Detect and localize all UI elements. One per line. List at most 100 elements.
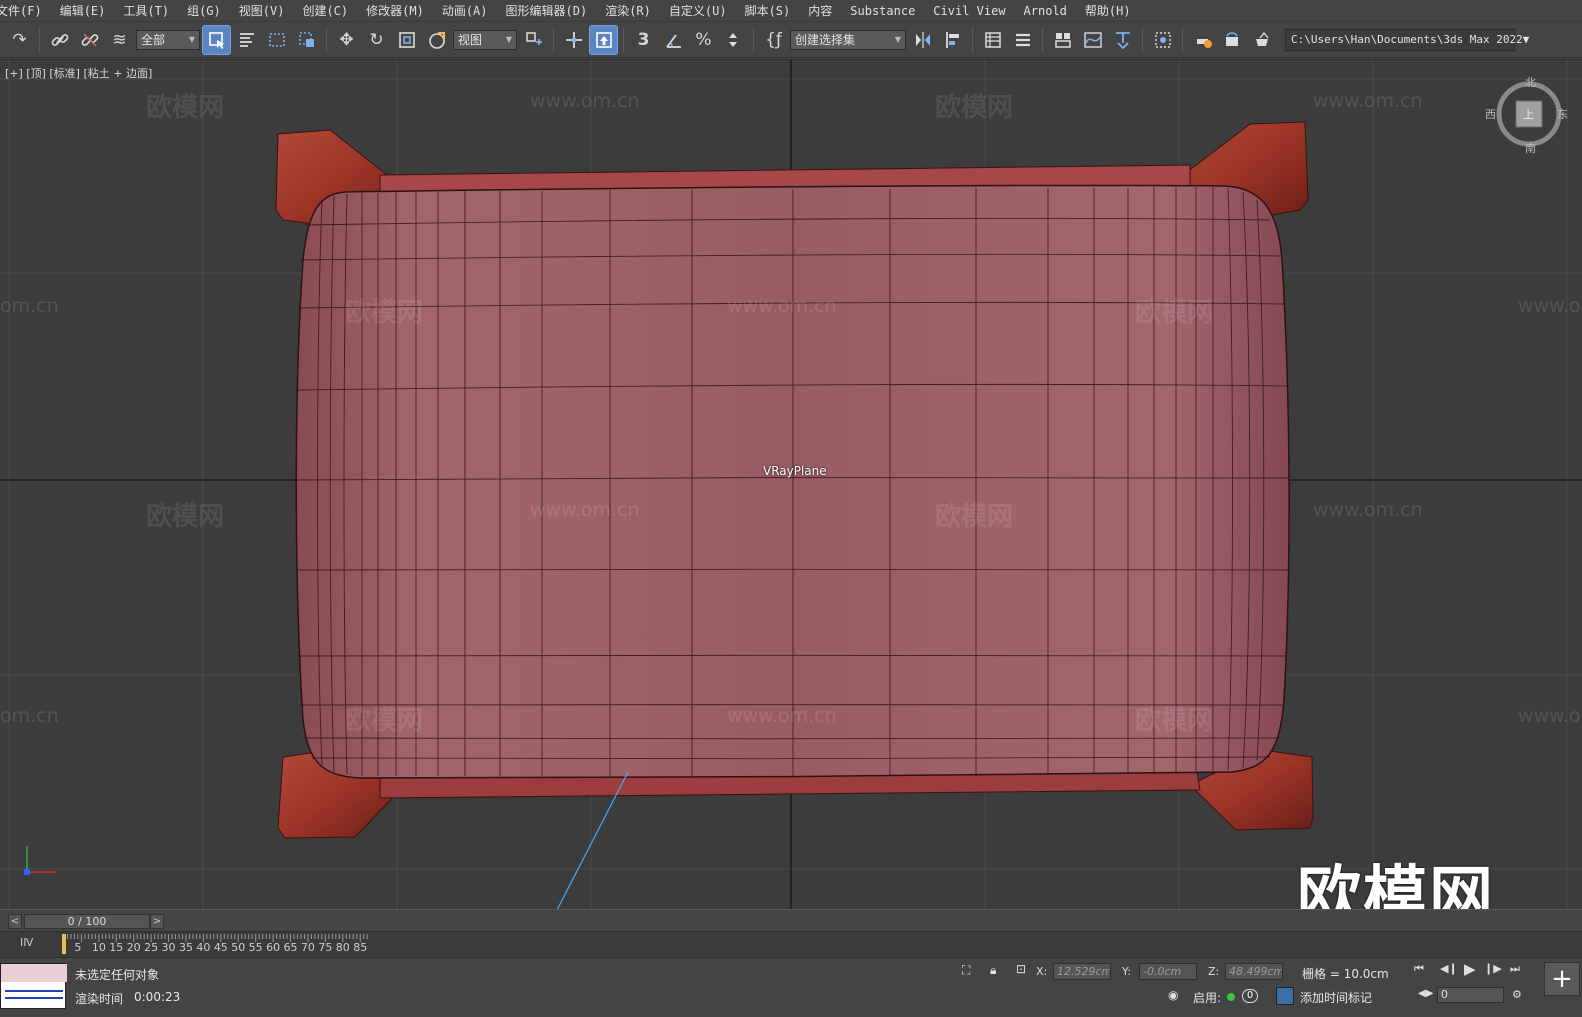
create-button[interactable]: +	[1544, 962, 1580, 996]
maxscript-listener-mini[interactable]	[0, 963, 67, 1009]
redo-icon[interactable]: ↷	[6, 26, 33, 54]
edit-named-selection-icon[interactable]: {ƒ	[760, 26, 787, 54]
toolbar-separator	[1142, 26, 1143, 53]
listener-line	[5, 990, 63, 992]
menu-item[interactable]: 图形编辑器(D)	[497, 0, 597, 21]
menu-item[interactable]: 视图(V)	[230, 0, 294, 21]
render-setup-icon[interactable]	[1189, 26, 1216, 54]
menu-item[interactable]: 内容	[799, 0, 841, 21]
rendered-frame-window-icon[interactable]	[1219, 26, 1246, 54]
mirror-icon[interactable]	[909, 26, 936, 54]
next-frame-button[interactable]: >	[150, 914, 164, 929]
menu-item[interactable]: 组(G)	[178, 0, 230, 21]
enable-counter[interactable]: 0	[1242, 989, 1258, 1003]
go-to-end-icon[interactable]: ⏭	[1510, 962, 1520, 976]
menu-item[interactable]: 工具(T)	[114, 0, 178, 21]
material-editor-icon[interactable]	[1149, 26, 1176, 54]
track-tick-label: 45	[213, 941, 228, 954]
current-frame-field[interactable]: 0	[1437, 987, 1504, 1003]
spinner-snap-icon[interactable]	[720, 26, 747, 54]
select-manipulate-icon[interactable]	[560, 26, 587, 54]
go-to-start-icon[interactable]: ⏮	[1414, 962, 1424, 976]
previous-frame-button[interactable]: <	[8, 914, 22, 929]
y-coordinate-field[interactable]: -0.0cm	[1139, 963, 1197, 980]
adaptive-degradation-icon[interactable]: ◉	[1168, 988, 1178, 1002]
schematic-view-icon[interactable]	[1109, 26, 1136, 54]
time-config-arrows-icon[interactable]: ◀▶	[1418, 988, 1433, 999]
top-viewport[interactable]: 欧模网 www.om.cn 欧模网 www.om.cn om.cn 欧模网 ww…	[0, 59, 1582, 909]
viewport-label-menu[interactable]: [+] [顶] [标准] [粘土 + 边面]	[5, 65, 152, 81]
scene-explorer-icon[interactable]	[979, 26, 1006, 54]
pivot-center-icon[interactable]	[520, 26, 547, 54]
menu-item[interactable]: 编辑(E)	[51, 0, 115, 21]
enabled-indicator-icon	[1227, 993, 1235, 1001]
time-tag-icon[interactable]	[1276, 987, 1294, 1005]
snap-toggle-icon[interactable]: 3	[630, 26, 657, 54]
menu-item[interactable]: 创建(C)	[293, 0, 357, 21]
watermark-url: www.om.cn	[1518, 295, 1582, 317]
track-tick-label: 75	[318, 941, 333, 954]
menu-item[interactable]: Arnold	[1015, 0, 1076, 21]
bind-space-warp-icon[interactable]: ≋	[106, 26, 133, 54]
reference-coordinate-dropdown[interactable]: 视图 ▼	[453, 29, 517, 50]
time-configuration-icon[interactable]: ⚙	[1512, 988, 1522, 1001]
layer-explorer-icon[interactable]	[1009, 26, 1036, 54]
viewcube[interactable]: 北 南 东 西 上	[1485, 76, 1568, 155]
watermark-url: www.om.cn	[727, 705, 837, 727]
menu-item[interactable]: 渲染(R)	[596, 0, 660, 21]
unlink-icon[interactable]	[76, 26, 103, 54]
rectangular-selection-icon[interactable]	[263, 26, 290, 54]
link-icon[interactable]	[46, 26, 73, 54]
sofa-cushion	[295, 184, 1290, 779]
menu-item[interactable]: Substance	[841, 0, 924, 21]
toggle-ribbon-icon[interactable]	[1049, 26, 1076, 54]
project-folder-dropdown[interactable]: C:\Users\Han\Documents\3ds Max 2022 ▼	[1285, 28, 1529, 51]
track-tick-label: 40	[196, 941, 211, 954]
next-key-icon[interactable]: ❙▶	[1484, 962, 1502, 975]
percent-snap-icon[interactable]: %	[690, 26, 717, 54]
render-production-icon[interactable]	[1249, 26, 1276, 54]
toolbar-separator	[972, 26, 973, 53]
isolate-selection-icon[interactable]: ⛶	[962, 963, 970, 978]
add-time-tag-button[interactable]: 添加时间标记	[1300, 989, 1372, 1006]
move-icon[interactable]: ✥	[333, 26, 360, 54]
z-coordinate-field[interactable]: 48.499cm	[1225, 963, 1283, 980]
angle-snap-icon[interactable]	[660, 26, 687, 54]
scale-icon[interactable]	[393, 26, 420, 54]
chevron-down-icon: ▼	[1522, 33, 1530, 46]
menu-item[interactable]: 自定义(U)	[660, 0, 736, 21]
play-icon[interactable]: ▶	[1464, 960, 1476, 978]
select-by-name-icon[interactable]	[233, 26, 260, 54]
time-slider[interactable]: 0 / 100	[24, 914, 150, 929]
watermark-url: www.om.cn	[727, 295, 837, 317]
menu-item[interactable]: 帮助(H)	[1076, 0, 1140, 21]
mini-curve-toggle-icon[interactable]: ⅠⅣ	[20, 936, 34, 949]
menu-item[interactable]: 文件(F)	[0, 0, 51, 21]
select-object-icon[interactable]	[202, 24, 231, 55]
watermark-url: www.om.cn	[530, 90, 640, 112]
place-icon[interactable]	[423, 26, 450, 54]
x-coordinate-field[interactable]: 12.529cm	[1053, 963, 1111, 980]
chevron-down-icon: ▼	[894, 35, 901, 44]
track-bar[interactable]: ⅠⅣ 5 10 15 20 25 30 35 40 45 50 55 60 65 70 75 80 85	[0, 931, 1582, 957]
watermark-brand: 欧模网	[935, 502, 1014, 532]
previous-key-icon[interactable]: ◀❙	[1440, 962, 1458, 975]
menu-item[interactable]: 脚本(S)	[736, 0, 800, 21]
axis-tripod-icon	[24, 846, 56, 875]
named-selection-dropdown[interactable]: 创建选择集 ▼	[790, 29, 906, 50]
window-crossing-icon[interactable]	[293, 26, 320, 54]
menu-item[interactable]: Civil View	[924, 0, 1014, 21]
lock-selection-icon[interactable]: 🔒︎	[990, 963, 996, 978]
viewcube-top-face[interactable]: 上	[1523, 106, 1534, 122]
selection-filter-dropdown[interactable]: 全部 ▼	[136, 29, 200, 50]
align-icon[interactable]	[939, 26, 966, 54]
watermark-url: www.om.cn	[530, 499, 640, 521]
absolute-transform-icon[interactable]: ⊡	[1016, 962, 1026, 976]
time-marker[interactable]	[62, 934, 66, 954]
keyboard-shortcut-override-icon[interactable]	[589, 24, 618, 55]
menu-item[interactable]: 动画(A)	[433, 0, 497, 21]
rotate-icon[interactable]: ↻	[363, 26, 390, 54]
curve-editor-icon[interactable]	[1079, 26, 1106, 54]
track-tick-label: 30	[161, 941, 176, 954]
menu-item[interactable]: 修改器(M)	[357, 0, 433, 21]
